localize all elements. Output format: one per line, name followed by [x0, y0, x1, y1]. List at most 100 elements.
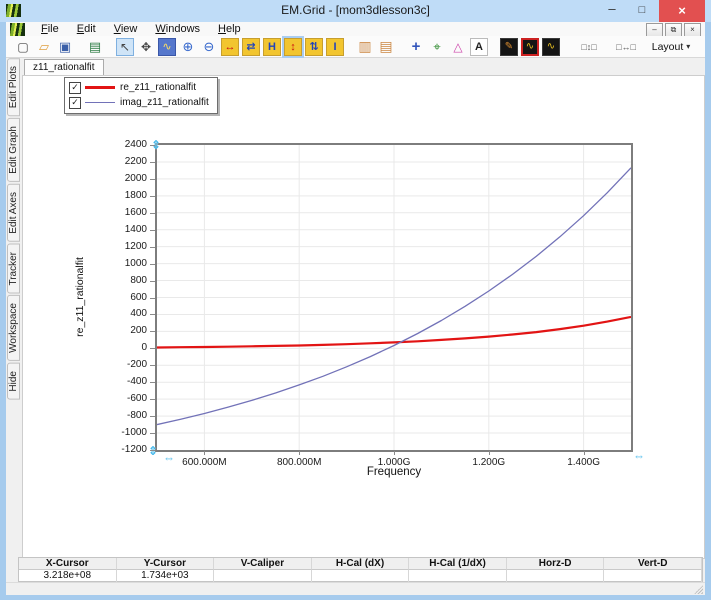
status-bar — [6, 582, 705, 595]
ytick-mark — [150, 196, 155, 197]
toolbar: ▢▱▣▤↖✥∿⊕⊖↔⇄H↕⇅I▥▤+⌖△A✎∿∿□↕□□↔□Layout▾ — [6, 36, 705, 58]
zoom-out-button[interactable]: ⊖ — [200, 38, 218, 56]
ytick-mark — [150, 213, 155, 214]
expand-x-button[interactable]: ↔ — [221, 38, 239, 56]
ytick--1000: -1000 — [97, 427, 147, 438]
column-layout-button[interactable]: ▥ — [356, 38, 374, 56]
status-value-2 — [214, 570, 312, 582]
ytick-1600: 1600 — [97, 207, 147, 218]
status-header-x-cursor: X-Cursor — [19, 558, 117, 570]
ytick-mark — [150, 331, 155, 332]
xtick-1.400G: 1.400G — [544, 457, 624, 468]
mdi-child-icon — [10, 23, 25, 36]
xtick-mark — [489, 451, 490, 455]
text-tool-button[interactable]: A — [470, 38, 488, 56]
mdi-restore-button[interactable]: ⧉ — [665, 23, 682, 37]
menu-edit[interactable]: Edit — [68, 22, 105, 36]
sidebar-tab-tracker[interactable]: Tracker — [7, 244, 20, 294]
legend-line-sample — [85, 86, 115, 89]
pen-plot-button[interactable]: ✎ — [500, 38, 518, 56]
print-button[interactable]: ▤ — [86, 38, 104, 56]
crosshair-button[interactable]: + — [407, 38, 425, 56]
ytick-mark — [150, 450, 155, 451]
mdi-close-button[interactable]: × — [684, 23, 701, 37]
ytick-mark — [150, 382, 155, 383]
legend-label: re_z11_rationalfit — [120, 82, 196, 93]
vertical-align-button[interactable]: □↕□ — [572, 38, 606, 56]
new-document-button[interactable]: ▢ — [14, 38, 32, 56]
axes-tool-button[interactable]: ⌖ — [428, 38, 446, 56]
sidebar-tab-hide[interactable]: Hide — [7, 363, 20, 400]
x-axis-right-handle-icon[interactable]: ⇔ — [633, 449, 645, 463]
ytick-mark — [150, 399, 155, 400]
close-button[interactable]: × — [659, 0, 705, 22]
sidebar-tab-edit-axes[interactable]: Edit Axes — [7, 184, 20, 242]
ytick-mark — [150, 264, 155, 265]
plot-frame — [155, 143, 633, 452]
menu-items: FileEditViewWindowsHelp — [32, 22, 250, 36]
ytick--400: -400 — [97, 376, 147, 387]
ytick-2000: 2000 — [97, 173, 147, 184]
row-layout-button[interactable]: ▤ — [377, 38, 395, 56]
menu-view[interactable]: View — [105, 22, 147, 36]
ytick--1200: -1200 — [97, 444, 147, 455]
horizontal-align-button[interactable]: □↔□ — [609, 38, 643, 56]
legend-checkbox-imag_z11_rationalfit[interactable]: ✓ — [69, 97, 81, 109]
save-button[interactable]: ▣ — [56, 38, 74, 56]
ytick-200: 200 — [97, 325, 147, 336]
status-value-4 — [409, 570, 507, 582]
shrink-y-button[interactable]: ⇅ — [305, 38, 323, 56]
fit-y-button[interactable]: I — [326, 38, 344, 56]
status-value-3 — [312, 570, 410, 582]
status-value-0: 3.218e+08 — [19, 570, 117, 582]
expand-y-button[interactable]: ↕ — [284, 38, 302, 56]
resize-grip[interactable] — [693, 584, 703, 594]
select-pointer-button[interactable]: ↖ — [116, 38, 134, 56]
status-header-vert-d: Vert-D — [604, 558, 702, 570]
graph-red-border-button[interactable]: ∿ — [521, 38, 539, 56]
cursor-readout-table: X-CursorY-CursorV-CaliperH-Cal (dX)H-Cal… — [18, 557, 703, 582]
menu-help[interactable]: Help — [209, 22, 250, 36]
legend-line-sample — [85, 102, 115, 104]
graph-button[interactable]: ∿ — [542, 38, 560, 56]
xtick-mark — [394, 451, 395, 455]
sidebar-tab-workspace[interactable]: Workspace — [7, 295, 20, 361]
status-header-h-cal-1-dx-: H-Cal (1/dX) — [409, 558, 507, 570]
cursor-readout-headers: X-CursorY-CursorV-CaliperH-Cal (dX)H-Cal… — [19, 558, 702, 570]
menu-windows[interactable]: Windows — [146, 22, 209, 36]
ytick-mark — [150, 433, 155, 434]
sidebar-tab-edit-plots[interactable]: Edit Plots — [7, 58, 20, 116]
pan-hand-button[interactable]: ✥ — [137, 38, 155, 56]
sidebar-tab-edit-graph[interactable]: Edit Graph — [7, 118, 20, 182]
plot-canvas: ✓re_z11_rationalfit✓imag_z11_rationalfit… — [22, 75, 705, 559]
y-axis-bottom-handle-icon[interactable]: ⇕ — [148, 444, 158, 458]
ytick-mark — [150, 416, 155, 417]
layout-menu-button[interactable]: Layout▾ — [656, 38, 682, 56]
xtick-600.000M: 600.000M — [164, 457, 244, 468]
zoom-in-button[interactable]: ⊕ — [179, 38, 197, 56]
document-tab-bar: z11_rationalfit — [22, 58, 705, 76]
menu-file[interactable]: File — [32, 22, 68, 36]
tab-z11-rationalfit[interactable]: z11_rationalfit — [24, 59, 104, 75]
ytick-0: 0 — [97, 342, 147, 353]
triangle-tool-button[interactable]: △ — [449, 38, 467, 56]
status-header-v-caliper: V-Caliper — [214, 558, 312, 570]
fit-x-button[interactable]: H — [263, 38, 281, 56]
ytick-1000: 1000 — [97, 258, 147, 269]
app-window: EM.Grid - [mom3dlesson3c] – □ × FileEdit… — [0, 0, 711, 600]
xtick-800.000M: 800.000M — [259, 457, 339, 468]
zoom-region-button[interactable]: ∿ — [158, 38, 176, 56]
mdi-window-buttons: – ⧉ × — [646, 23, 701, 37]
mdi-minimize-button[interactable]: – — [646, 23, 663, 37]
legend-checkbox-re_z11_rationalfit[interactable]: ✓ — [69, 82, 81, 94]
sidebar-tabs: Edit Plots Edit Graph Edit Axes TrackerWork… — [6, 58, 22, 582]
maximize-button[interactable]: □ — [629, 0, 655, 22]
xtick-1.000G: 1.000G — [354, 457, 434, 468]
ytick-1400: 1400 — [97, 224, 147, 235]
work-area: Edit Plots Edit Graph Edit Axes TrackerWork… — [6, 58, 705, 582]
open-file-button[interactable]: ▱ — [35, 38, 53, 56]
ytick--200: -200 — [97, 359, 147, 370]
shrink-x-button[interactable]: ⇄ — [242, 38, 260, 56]
ytick-2200: 2200 — [97, 156, 147, 167]
minimize-button[interactable]: – — [599, 0, 625, 22]
